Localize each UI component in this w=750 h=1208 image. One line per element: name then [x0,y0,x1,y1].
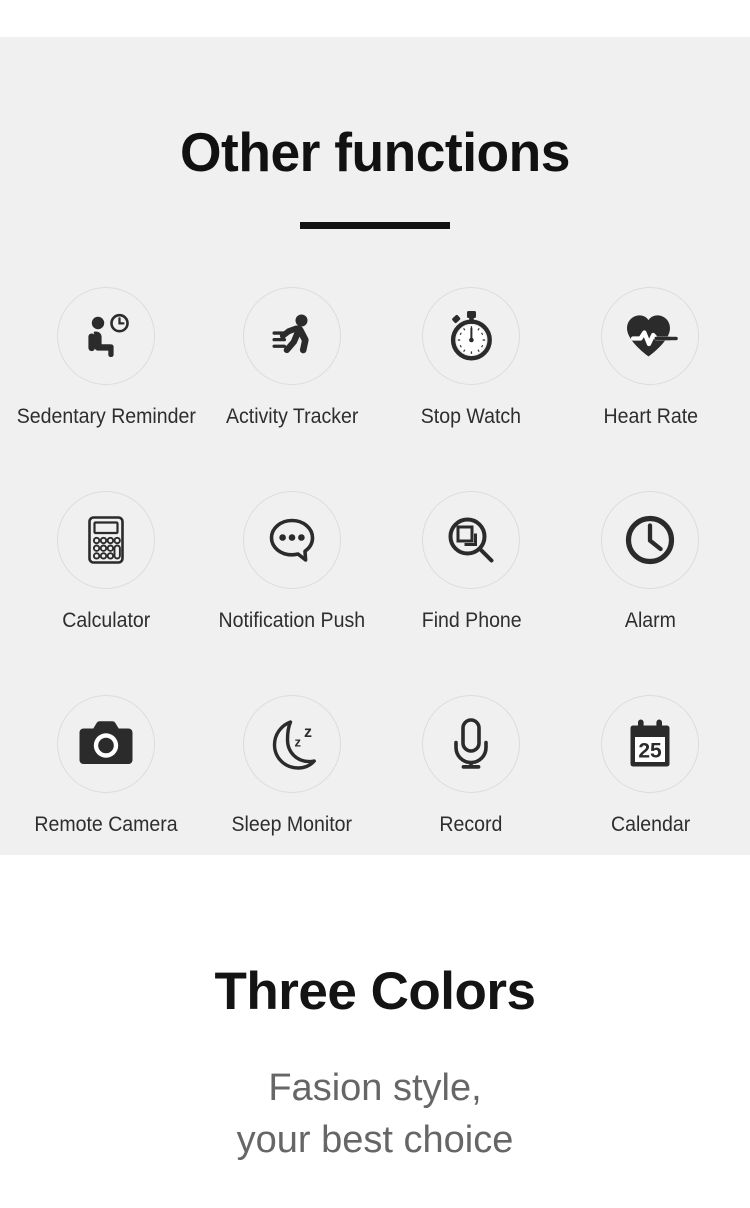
icon-circle[interactable] [57,490,156,589]
svg-text:z: z [304,724,312,741]
title-divider [300,221,450,229]
activity-tracker-icon [264,308,320,364]
function-item-remote-camera[interactable]: Remote Camera [10,694,203,837]
function-item-activity-tracker[interactable]: Activity Tracker [203,286,382,429]
icon-circle[interactable] [422,694,521,793]
function-item-stop-watch[interactable]: Stop Watch [382,286,561,429]
function-item-label: Calendar [610,812,691,836]
function-item-label: Find Phone [421,608,522,632]
icon-circle[interactable] [57,286,156,385]
function-item-sedentary-reminder[interactable]: Sedentary Reminder [10,286,203,429]
function-item-calendar[interactable]: 25 Calendar [561,694,740,837]
icon-circle[interactable] [422,490,521,589]
subtitle-line-1: Fasion style, [268,1066,482,1109]
function-icon-grid: Sedentary Reminder Activity Tracker Stop… [0,286,750,837]
icon-circle[interactable] [243,286,342,385]
function-item-notification-push[interactable]: Notification Push [203,490,382,633]
function-item-calculator[interactable]: Calculator [10,490,203,633]
icon-circle[interactable]: z z [243,694,342,793]
notification-push-icon [264,513,320,567]
function-item-label: Heart Rate [603,404,698,428]
calendar-icon: 25 [624,716,676,772]
calculator-icon [80,512,132,568]
icon-circle[interactable] [57,694,156,793]
function-item-sleep-monitor[interactable]: z z Sleep Monitor [203,694,382,837]
function-item-label: Sleep Monitor [231,812,353,836]
function-item-label: Calculator [62,608,151,632]
function-item-heart-rate[interactable]: Heart Rate [561,286,740,429]
heart-rate-icon [620,308,680,364]
function-item-label: Sedentary Reminder [16,404,196,428]
icon-circle[interactable]: 25 [601,694,700,793]
remote-camera-icon [76,720,136,768]
function-item-label: Activity Tracker [225,404,359,428]
function-item-label: Record [439,812,503,836]
icon-circle[interactable] [601,490,700,589]
record-icon [449,716,493,772]
sleep-monitor-icon: z z [263,716,321,772]
function-item-label: Notification Push [218,608,366,632]
svg-text:z: z [295,734,302,749]
page-title: Other functions [180,120,570,183]
function-item-label: Remote Camera [34,812,178,836]
function-item-alarm[interactable]: Alarm [561,490,740,633]
alarm-icon [622,512,678,568]
icon-circle[interactable] [422,286,521,385]
function-item-label: Alarm [624,608,676,632]
three-colors-title: Three Colors [214,961,536,1021]
other-functions-section: Other functions Sedentary Reminder Activ… [0,36,750,855]
function-item-find-phone[interactable]: Find Phone [382,490,561,633]
three-colors-section: Three Colors Fasion style, your best cho… [0,854,750,1208]
icon-circle[interactable] [601,286,700,385]
find-phone-icon [443,512,499,568]
three-colors-subtitle: Fasion style, your best choice [0,1062,750,1167]
function-item-label: Stop Watch [421,404,522,428]
subtitle-line-2: your best choice [236,1119,514,1162]
function-item-record[interactable]: Record [382,694,561,837]
calendar-day-number: 25 [639,739,663,762]
sedentary-reminder-icon [78,308,134,364]
stop-watch-icon [442,307,500,365]
icon-circle[interactable] [243,490,342,589]
